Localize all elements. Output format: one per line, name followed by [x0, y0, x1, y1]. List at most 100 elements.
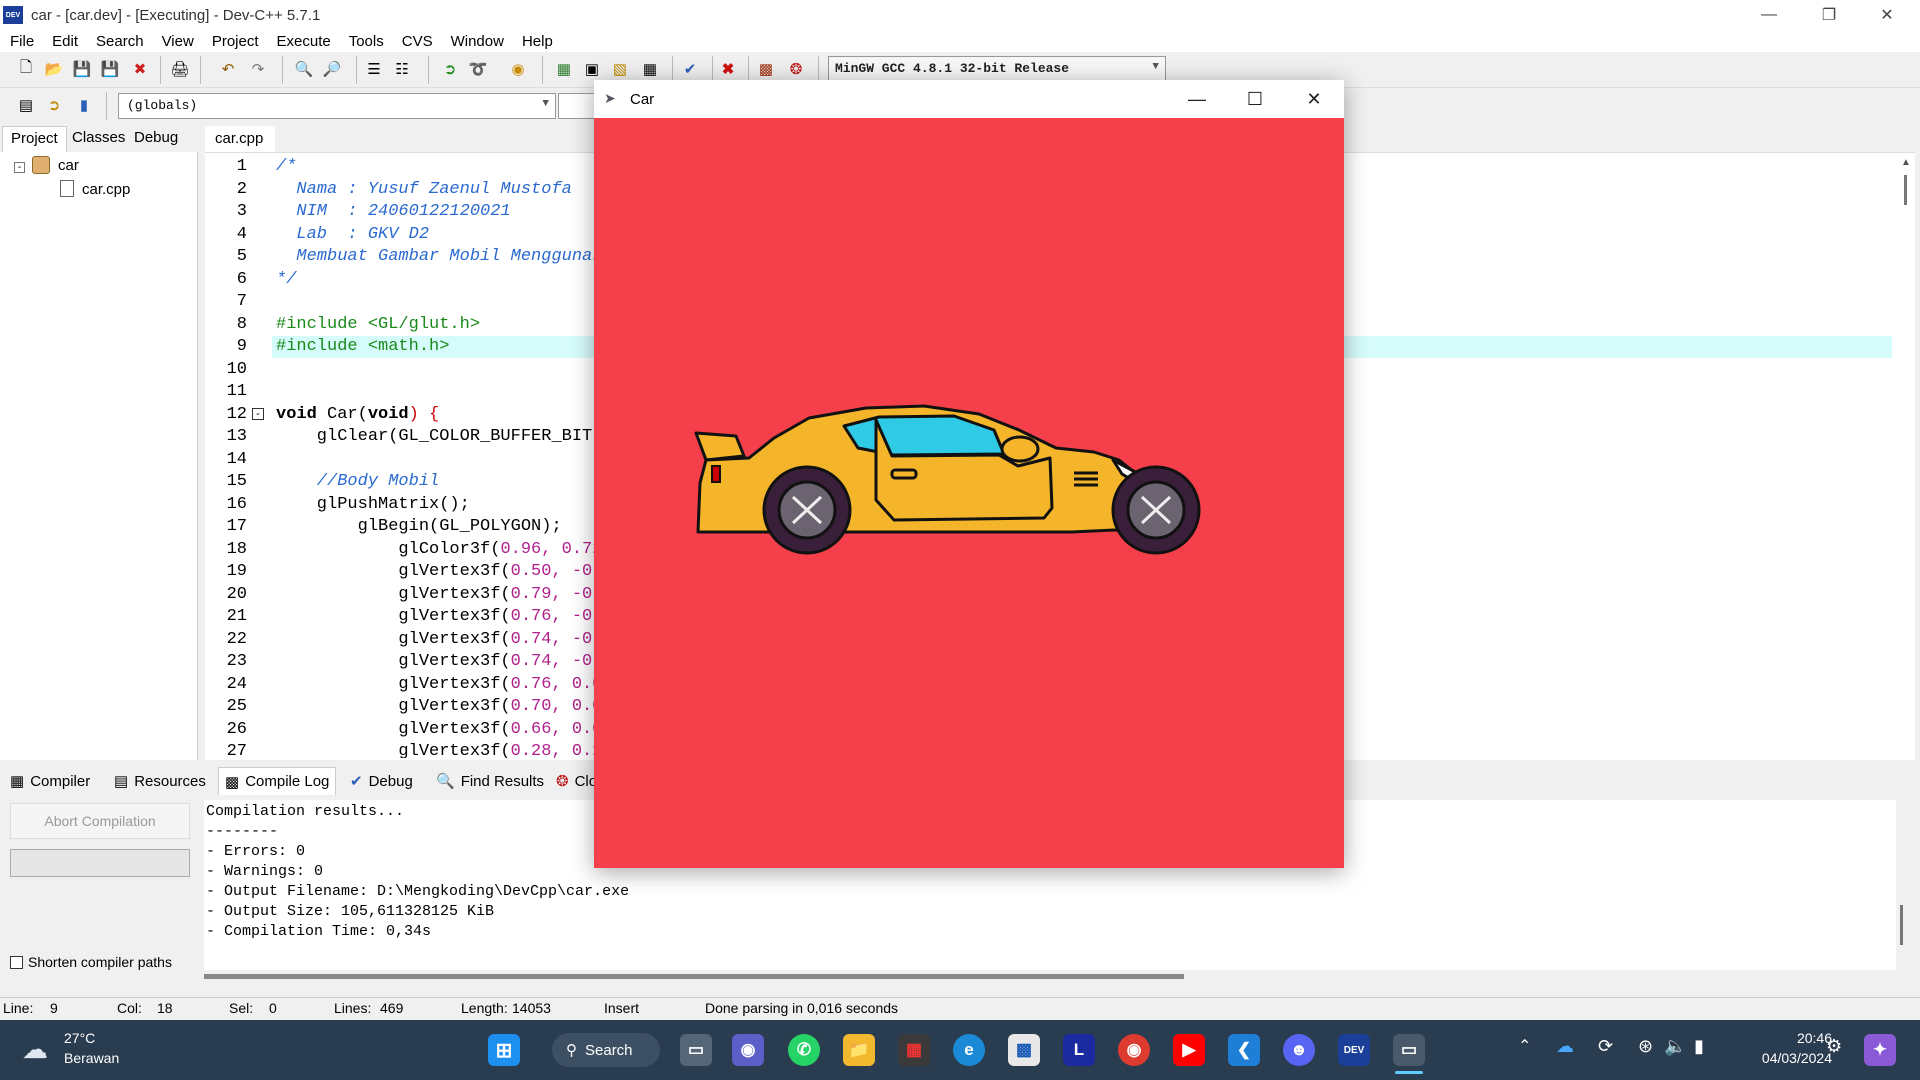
rebuild-icon[interactable]: ▦ — [638, 57, 662, 81]
file-explorer-icon[interactable]: 📁 — [843, 1034, 875, 1066]
replace-icon[interactable]: 🔎 — [320, 57, 344, 81]
battery-icon[interactable]: ▮ — [1694, 1036, 1704, 1057]
menu-edit[interactable]: Edit — [42, 33, 86, 50]
onedrive-icon[interactable]: ☁ — [1556, 1036, 1574, 1057]
debug-icon[interactable]: ❂ — [784, 57, 808, 81]
log-line: - Warnings: 0 — [206, 863, 324, 880]
open-file-icon[interactable]: 📂 — [42, 57, 66, 81]
youtube-icon[interactable]: ▶ — [1173, 1034, 1205, 1066]
tab-compile-log[interactable]: ▩ Compile Log — [218, 767, 337, 795]
weather-desc[interactable]: Berawan — [64, 1050, 119, 1066]
editor-tab-car-cpp[interactable]: car.cpp — [205, 126, 275, 152]
whatsapp-icon[interactable]: ✆ — [788, 1034, 820, 1066]
member-select[interactable] — [558, 93, 598, 119]
tab-classes[interactable]: Classes — [64, 126, 133, 152]
undo-icon[interactable]: ↶ — [216, 57, 240, 81]
edge-icon[interactable]: e — [953, 1034, 985, 1066]
chrome-icon[interactable]: ◉ — [1118, 1034, 1150, 1066]
tray-overflow-icon[interactable]: ⌃ — [1518, 1036, 1531, 1056]
store-icon[interactable]: ▩ — [1008, 1034, 1040, 1066]
glut-window-taskbar-icon[interactable]: ▭ — [1393, 1034, 1425, 1066]
menu-project[interactable]: Project — [202, 33, 267, 50]
volume-icon[interactable]: 🔈 — [1664, 1036, 1686, 1057]
tab-resources[interactable]: ▤ Resources — [108, 767, 212, 795]
menu-help[interactable]: Help — [512, 33, 561, 50]
stop-execution-icon[interactable]: ✖ — [716, 57, 740, 81]
save-icon[interactable]: 💾 — [70, 57, 94, 81]
close-button[interactable]: ✕ — [1858, 0, 1916, 30]
insert-icon[interactable]: ▤ — [14, 93, 38, 117]
tab-debug-output[interactable]: ✔ Debug — [344, 767, 419, 795]
minimize-button[interactable]: — — [1740, 0, 1798, 30]
copilot-icon[interactable]: ✦ — [1864, 1034, 1896, 1066]
line-number: 17 — [226, 517, 247, 536]
unindent-icon[interactable]: ☷ — [390, 57, 414, 81]
car-minimize-button[interactable]: — — [1168, 80, 1226, 118]
menu-tools[interactable]: Tools — [339, 33, 392, 50]
car-close-button[interactable]: ✕ — [1285, 80, 1343, 118]
menu-window[interactable]: Window — [441, 33, 512, 50]
l-app-icon[interactable]: L — [1063, 1034, 1095, 1066]
taskbar-search[interactable]: ⚲ Search — [552, 1033, 660, 1067]
vscode-icon[interactable]: ❮ — [1228, 1034, 1260, 1066]
print-icon[interactable]: 🖨 — [168, 57, 192, 81]
menu-search[interactable]: Search — [86, 33, 152, 50]
log-vertical-scrollbar[interactable] — [1900, 905, 1903, 945]
editor-vertical-scrollbar[interactable]: ▲ — [1898, 157, 1912, 757]
tab-debug[interactable]: Debug — [126, 126, 186, 152]
redo-icon[interactable]: ↷ — [246, 57, 270, 81]
close-file-icon[interactable]: ✖ — [128, 57, 152, 81]
menu-file[interactable]: File — [0, 33, 42, 50]
wifi-icon[interactable]: ⊛ — [1638, 1036, 1653, 1057]
shorten-paths-checkbox[interactable] — [10, 955, 23, 969]
car-maximize-button[interactable]: ☐ — [1226, 80, 1284, 118]
indent-icon[interactable]: ☰ — [362, 57, 386, 81]
tab-project[interactable]: Project — [2, 126, 67, 152]
tab-find-results[interactable]: 🔍 Find Results — [430, 767, 550, 795]
menu-cvs[interactable]: CVS — [392, 33, 441, 50]
discord-icon[interactable]: ☻ — [1283, 1034, 1315, 1066]
settings-gear-icon[interactable]: ⚙ — [1826, 1036, 1842, 1057]
tree-root-car[interactable]: car — [58, 157, 79, 174]
project-options-icon[interactable]: ◉ — [506, 57, 530, 81]
menu-view[interactable]: View — [152, 33, 202, 50]
run-icon[interactable]: ▣ — [580, 57, 604, 81]
profile-chart-icon[interactable]: ▩ — [754, 57, 778, 81]
chevron-down-icon: ▼ — [1152, 61, 1159, 73]
teams-icon[interactable]: ◉ — [732, 1034, 764, 1066]
task-view-icon[interactable]: ▭ — [680, 1034, 712, 1066]
weather-temp[interactable]: 27°C — [64, 1030, 95, 1046]
add-to-project-icon[interactable]: ➲ — [438, 57, 462, 81]
log-horizontal-scrollbar[interactable] — [204, 974, 1184, 979]
fold-icon[interactable]: - — [252, 408, 264, 420]
check-syntax-icon[interactable]: ✔ — [678, 57, 702, 81]
search-icon: ⚲ — [566, 1042, 577, 1059]
scroll-up-icon[interactable]: ▲ — [1901, 157, 1911, 168]
compile-run-icon[interactable]: ▧ — [608, 57, 632, 81]
line-number: 6 — [236, 270, 247, 289]
compile-icon[interactable]: ▦ — [552, 57, 576, 81]
clock-date[interactable]: 04/03/2024 — [1738, 1050, 1832, 1066]
start-icon[interactable]: ⊞ — [488, 1034, 520, 1066]
collapse-icon[interactable]: - — [14, 162, 25, 173]
goto-icon[interactable]: ➲ — [42, 93, 66, 117]
bookmark-icon[interactable]: ▮ — [72, 93, 96, 117]
tab-compiler[interactable]: ▦ Compiler — [4, 767, 96, 795]
shorten-paths-option[interactable]: Shorten compiler paths — [10, 954, 172, 970]
new-file-icon[interactable]: 🗋 — [14, 57, 38, 81]
restore-button[interactable]: ❐ — [1800, 0, 1858, 30]
remove-from-project-icon[interactable]: ➰ — [466, 57, 490, 81]
find-icon[interactable]: 🔍 — [292, 57, 316, 81]
menu-execute[interactable]: Execute — [267, 33, 339, 50]
weather-cloud-icon[interactable]: ☁ — [22, 1034, 48, 1065]
scope-select[interactable]: (globals) ▼ — [118, 93, 556, 119]
abort-compilation-button[interactable]: Abort Compilation — [10, 803, 190, 839]
microsoft-store-apps-icon[interactable]: ▦ — [898, 1034, 930, 1066]
sync-icon[interactable]: ⟳ — [1598, 1036, 1613, 1057]
save-all-icon[interactable]: 💾 — [98, 57, 122, 81]
compiler-select[interactable]: MinGW GCC 4.8.1 32-bit Release ▼ — [828, 56, 1166, 82]
devcpp-taskbar-icon[interactable]: DEV — [1338, 1034, 1370, 1066]
tree-file-car-cpp[interactable]: car.cpp — [82, 181, 130, 198]
clock-time[interactable]: 20:46 — [1778, 1030, 1832, 1046]
scroll-thumb[interactable] — [1904, 175, 1907, 205]
